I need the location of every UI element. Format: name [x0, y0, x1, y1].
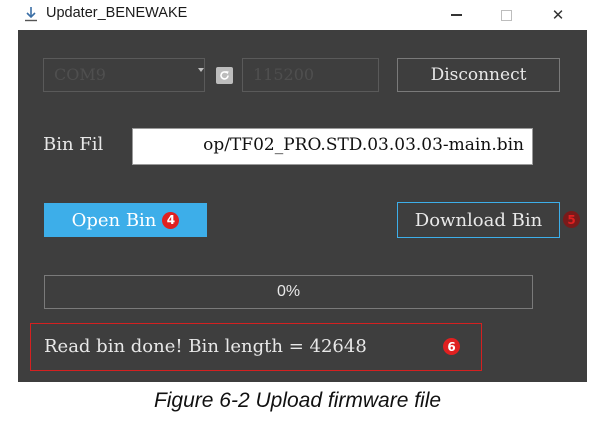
port-select[interactable]: COM9 — [43, 58, 205, 92]
maximize-button[interactable] — [486, 0, 526, 30]
refresh-button[interactable] — [216, 67, 233, 84]
window-title: Updater_BENEWAKE — [46, 5, 188, 21]
disconnect-button[interactable]: Disconnect — [397, 58, 560, 92]
chevron-down-icon[interactable] — [198, 68, 204, 72]
close-icon: ✕ — [551, 6, 565, 24]
baud-rate-field[interactable]: 115200 — [242, 58, 379, 92]
status-message: Read bin done! Bin length = 42648 — [44, 336, 367, 357]
figure-caption: Figure 6-2 Upload firmware file — [153, 389, 442, 412]
progress-text: 0% — [276, 283, 301, 300]
baud-value: 115200 — [253, 65, 315, 84]
bin-path-value: op/TF02_PRO.STD.03.03.03-main.bin — [203, 135, 524, 155]
download-bin-button[interactable]: Download Bin — [397, 202, 560, 238]
progress-bar: 0% — [44, 275, 533, 309]
disconnect-label: Disconnect — [430, 65, 527, 85]
maximize-icon — [500, 9, 512, 21]
minimize-icon — [450, 14, 462, 16]
step-marker-4: 4 — [162, 211, 180, 229]
port-value: COM9 — [54, 65, 106, 84]
status-highlight: Read bin done! Bin length = 42648 — [30, 323, 482, 371]
step-marker-6: 6 — [443, 338, 460, 355]
updater-panel: COM9 115200 Disconnect Bin Fil op/TF02_P… — [18, 30, 587, 382]
download-arrow-icon — [24, 6, 38, 22]
close-button[interactable]: ✕ — [538, 0, 578, 30]
bin-path-field[interactable]: op/TF02_PRO.STD.03.03.03-main.bin — [132, 128, 533, 165]
open-bin-label: Open Bin — [71, 209, 157, 231]
minimize-button[interactable] — [436, 0, 476, 30]
step-marker-5: 5 — [563, 211, 580, 228]
open-bin-button[interactable]: Open Bin 4 — [44, 203, 207, 237]
title-bar: Updater_BENEWAKE ✕ — [0, 0, 595, 30]
download-bin-label: Download Bin — [414, 209, 543, 231]
refresh-icon — [220, 71, 229, 80]
bin-file-label: Bin Fil — [43, 134, 104, 155]
